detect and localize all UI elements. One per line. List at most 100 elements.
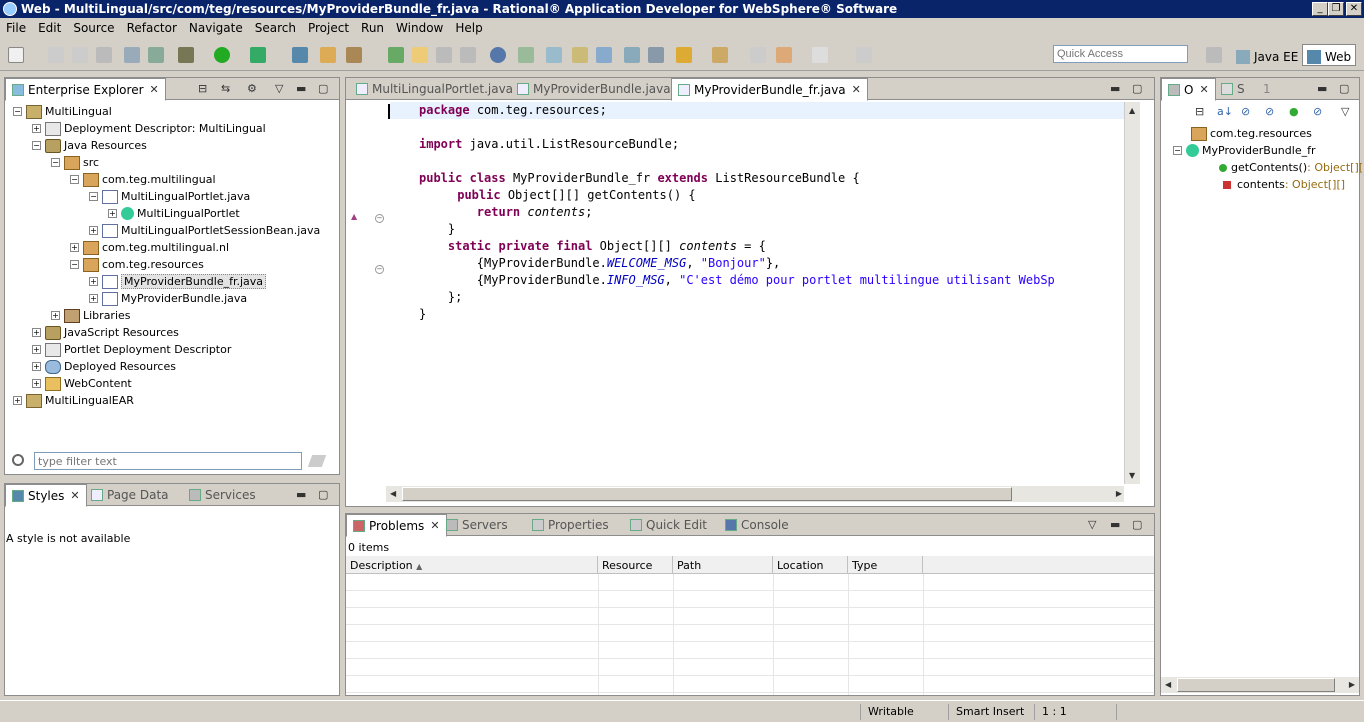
expand-icon[interactable]: + bbox=[32, 362, 41, 371]
scroll-thumb[interactable] bbox=[1177, 678, 1335, 692]
expand-icon[interactable]: + bbox=[89, 226, 98, 235]
tab-outline[interactable]: O ✕ bbox=[1161, 78, 1216, 101]
web-browser-icon[interactable] bbox=[490, 47, 506, 63]
minimize-editor-icon[interactable]: ▬ bbox=[1110, 82, 1120, 95]
tab-myproviderbundle-fr-java[interactable]: MyProviderBundle_fr.java ✕ bbox=[671, 78, 868, 101]
clear-filter-icon[interactable] bbox=[307, 455, 327, 467]
tree-item[interactable]: − com.teg.resources bbox=[70, 256, 204, 273]
open-perspective-icon[interactable] bbox=[1206, 47, 1222, 63]
debug-icon[interactable] bbox=[178, 47, 194, 63]
tab-console[interactable]: Console bbox=[719, 514, 795, 536]
scroll-left-icon[interactable]: ◀ bbox=[1165, 680, 1171, 689]
run-icon[interactable] bbox=[214, 47, 230, 63]
column-location[interactable]: Location bbox=[773, 556, 848, 574]
tree-item[interactable]: + Deployment Descriptor: MultiLingual bbox=[32, 120, 266, 137]
close-tab-icon[interactable]: ✕ bbox=[70, 489, 79, 502]
close-tab-icon[interactable]: ✕ bbox=[430, 519, 439, 532]
tab-servers[interactable]: Servers bbox=[440, 514, 514, 536]
hide-nonpublic-icon[interactable]: ● bbox=[1289, 105, 1299, 118]
save-all-icon[interactable] bbox=[72, 47, 88, 63]
tree-item[interactable]: − com.teg.multilingual bbox=[70, 171, 216, 188]
tab-quick-edit[interactable]: Quick Edit bbox=[624, 514, 713, 536]
tab-multilingualportlet-java[interactable]: MultiLingualPortlet.java bbox=[350, 78, 519, 100]
column-path[interactable]: Path bbox=[673, 556, 773, 574]
tree-item[interactable]: + JavaScript Resources bbox=[32, 324, 179, 341]
collapse-icon[interactable]: − bbox=[70, 175, 79, 184]
fold-icon[interactable]: − bbox=[375, 265, 384, 274]
external-tools-icon[interactable] bbox=[250, 47, 266, 63]
outline-field[interactable]: contents : Object[][] bbox=[1223, 176, 1345, 193]
close-tab-icon[interactable]: ✕ bbox=[1199, 83, 1208, 96]
maximize-view-icon[interactable]: ▢ bbox=[1132, 518, 1142, 531]
hide-local-types-icon[interactable]: ⊘ bbox=[1313, 105, 1322, 118]
filters-icon[interactable]: ⚙ bbox=[247, 82, 257, 95]
view-menu-icon[interactable]: ▽ bbox=[1088, 518, 1096, 531]
quick-access-input[interactable] bbox=[1053, 45, 1188, 63]
collapse-icon[interactable]: − bbox=[1173, 146, 1182, 155]
scroll-left-icon[interactable]: ◀ bbox=[390, 489, 396, 498]
back-icon[interactable] bbox=[776, 47, 792, 63]
search-icon[interactable] bbox=[388, 47, 404, 63]
open-task-icon[interactable] bbox=[346, 47, 362, 63]
tree-item[interactable]: + WebContent bbox=[32, 375, 132, 392]
new-icon[interactable] bbox=[8, 47, 24, 63]
tree-item[interactable]: + Deployed Resources bbox=[32, 358, 176, 375]
expand-icon[interactable]: + bbox=[32, 328, 41, 337]
tab-problems[interactable]: Problems ✕ bbox=[346, 514, 447, 537]
filter-input[interactable] bbox=[34, 452, 302, 470]
toolbar-tool-4-icon[interactable] bbox=[596, 47, 612, 63]
menu-run[interactable]: Run bbox=[355, 21, 390, 35]
expand-icon[interactable]: + bbox=[70, 243, 79, 252]
tab-hierarchy[interactable]: 1 bbox=[1257, 78, 1277, 100]
menu-navigate[interactable]: Navigate bbox=[183, 21, 249, 35]
publish-icon[interactable] bbox=[148, 47, 164, 63]
column-resource[interactable]: Resource bbox=[598, 556, 673, 574]
expand-icon[interactable]: + bbox=[32, 124, 41, 133]
maximize-view-icon[interactable]: ▢ bbox=[318, 488, 328, 501]
scroll-down-icon[interactable]: ▼ bbox=[1129, 471, 1135, 480]
toolbar-tool-2-icon[interactable] bbox=[546, 47, 562, 63]
outline-method[interactable]: getContents() : Object[][] bbox=[1219, 159, 1364, 176]
minimize-icon[interactable]: _ bbox=[1312, 2, 1328, 16]
tree-item[interactable]: + com.teg.multilingual.nl bbox=[70, 239, 229, 256]
tab-myproviderbundle-java[interactable]: MyProviderBundle.java bbox=[511, 78, 677, 100]
tree-item[interactable]: + MyProviderBundle_fr.java bbox=[89, 273, 267, 290]
column-type[interactable]: Type bbox=[848, 556, 923, 574]
maximize-icon[interactable]: ❐ bbox=[1328, 2, 1344, 16]
skip-breakpoints-icon[interactable] bbox=[292, 47, 308, 63]
hide-static-icon[interactable]: ⊘ bbox=[1265, 105, 1274, 118]
code-editor[interactable]: package com.teg.resources; import java.ut… bbox=[386, 102, 1124, 484]
minimize-view-icon[interactable]: ▬ bbox=[1110, 518, 1120, 531]
menu-search[interactable]: Search bbox=[249, 21, 302, 35]
block-selection-icon[interactable] bbox=[436, 47, 452, 63]
last-edit-icon[interactable] bbox=[750, 47, 766, 63]
tree-item[interactable]: − MultiLingualPortlet.java bbox=[89, 188, 250, 205]
collapse-all-icon[interactable]: ⊟ bbox=[198, 82, 207, 95]
tab-enterprise-explorer[interactable]: Enterprise Explorer ✕ bbox=[5, 78, 166, 101]
tree-item[interactable]: − Java Resources bbox=[32, 137, 147, 154]
tree-item[interactable]: − MultiLingual bbox=[13, 103, 112, 120]
tree-item[interactable]: + MultiLingualPortlet bbox=[108, 205, 240, 222]
tab-snippets[interactable]: S bbox=[1215, 78, 1251, 100]
maximize-editor-icon[interactable]: ▢ bbox=[1132, 82, 1142, 95]
outline-horizontal-scrollbar[interactable]: ◀ ▶ bbox=[1161, 677, 1359, 693]
tab-properties[interactable]: Properties bbox=[526, 514, 615, 536]
new-server-icon[interactable] bbox=[124, 47, 140, 63]
minimize-view-icon[interactable]: ▬ bbox=[296, 488, 306, 501]
minimize-view-icon[interactable]: ▬ bbox=[1317, 82, 1327, 95]
perspective-web[interactable]: Web bbox=[1302, 44, 1357, 66]
open-type-icon[interactable] bbox=[320, 47, 336, 63]
view-menu-icon[interactable]: ▽ bbox=[1341, 105, 1349, 118]
tree-item[interactable]: − src bbox=[51, 154, 99, 171]
view-menu-icon[interactable]: ▽ bbox=[275, 82, 283, 95]
tab-page-data[interactable]: Page Data bbox=[85, 484, 175, 506]
menu-help[interactable]: Help bbox=[449, 21, 488, 35]
forward-icon[interactable] bbox=[812, 47, 828, 63]
menu-window[interactable]: Window bbox=[390, 21, 449, 35]
tree-item[interactable]: + MyProviderBundle.java bbox=[89, 290, 247, 307]
outline-package[interactable]: com.teg.resources bbox=[1191, 125, 1312, 142]
expand-icon[interactable]: + bbox=[108, 209, 117, 218]
expand-icon[interactable]: + bbox=[89, 277, 98, 286]
next-annotation-icon[interactable] bbox=[676, 47, 692, 63]
collapse-icon[interactable]: − bbox=[89, 192, 98, 201]
